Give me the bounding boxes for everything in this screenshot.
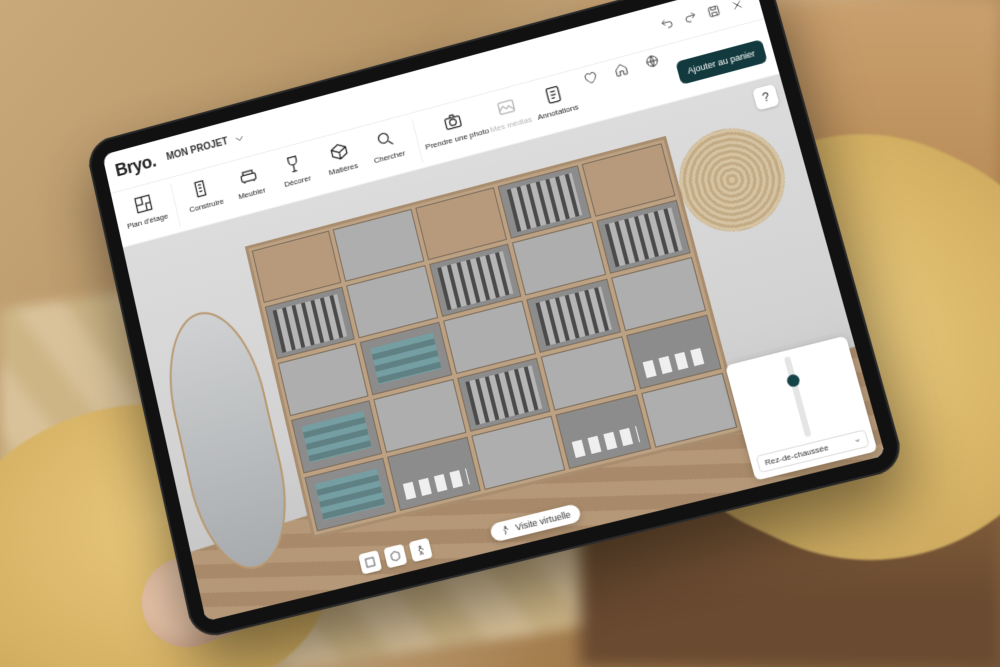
tool-materials[interactable]: Matières (314, 132, 367, 179)
materials-icon (326, 139, 352, 165)
globe-icon[interactable] (642, 52, 662, 71)
walk-icon (500, 524, 512, 536)
tool-search[interactable]: Chercher (360, 120, 413, 167)
brand-logo: Bryo. (113, 151, 157, 181)
tool-label: Plan d'étage (126, 211, 169, 230)
project-name[interactable]: MON PROJET (166, 136, 230, 163)
tool-furnish[interactable]: Meubler (223, 156, 275, 203)
favorite-icon[interactable] (580, 68, 599, 87)
tool-construct[interactable]: Construire (178, 168, 230, 215)
floor-selector[interactable]: Rez-de-chaussée (756, 429, 870, 473)
close-icon[interactable] (727, 0, 747, 14)
level-slider[interactable] (784, 356, 812, 437)
annotations-icon (540, 81, 567, 107)
tool-decorate[interactable]: Décorer (268, 144, 320, 191)
tool-label: Annotations (536, 102, 579, 121)
floor-plan-icon (131, 191, 156, 217)
furnish-icon (235, 163, 260, 189)
camera-icon (440, 108, 466, 134)
decorate-icon (281, 151, 306, 177)
tool-floor-plan[interactable]: Plan d'étage (119, 184, 170, 231)
home-icon[interactable] (611, 60, 630, 79)
undo-icon[interactable] (657, 14, 677, 33)
construct-icon (190, 175, 215, 201)
tool-annotations[interactable]: Annotations (527, 74, 581, 122)
media-icon (493, 94, 519, 120)
search-icon (372, 126, 398, 152)
redo-icon[interactable] (680, 8, 700, 27)
tool-label: Mes médias (489, 115, 533, 134)
tool-my-media[interactable]: Mes médias (481, 87, 535, 135)
menu-chevron-icon[interactable] (230, 129, 248, 148)
save-icon[interactable] (704, 1, 724, 20)
add-to-cart-button[interactable]: Ajouter au panier (675, 39, 768, 85)
